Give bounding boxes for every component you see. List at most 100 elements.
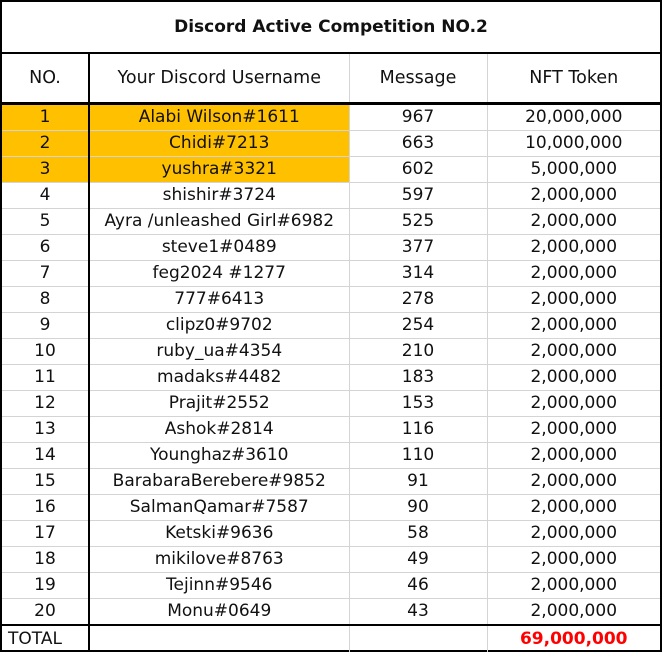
column-header-nft-token: NFT Token [486, 54, 660, 104]
table-row: 18 mikilove#8763 49 2,000,000 [2, 546, 660, 573]
total-message-cell [348, 624, 487, 652]
rank-cell: 17 [2, 520, 89, 547]
nft-token-cell: 2,000,000 [486, 546, 660, 573]
message-count-cell: 278 [348, 286, 487, 313]
username-cell: mikilove#8763 [88, 546, 349, 573]
username-cell: Monu#0649 [88, 598, 349, 625]
total-row: TOTAL 69,000,000 [2, 624, 660, 652]
username-cell: steve1#0489 [88, 234, 349, 261]
table-row: 4 shishir#3724 597 2,000,000 [2, 182, 660, 209]
rank-cell: 2 [2, 130, 89, 157]
nft-token-cell: 2,000,000 [486, 494, 660, 521]
nft-token-cell: 10,000,000 [486, 130, 660, 157]
table-row: 2 Chidi#7213 663 10,000,000 [2, 130, 660, 157]
message-count-cell: 91 [348, 468, 487, 495]
table-body: 1 Alabi Wilson#1611 967 20,000,000 2 Chidi#72… [2, 103, 660, 625]
rank-cell: 12 [2, 390, 89, 417]
username-cell: SalmanQamar#7587 [88, 494, 349, 521]
message-count-cell: 46 [348, 572, 487, 599]
username-cell: Tejinn#9546 [88, 572, 349, 599]
rank-cell: 4 [2, 182, 89, 209]
header-row: NO. Your Discord Username Message NFT To… [2, 54, 660, 104]
message-count-cell: 314 [348, 260, 487, 287]
nft-token-cell: 2,000,000 [486, 338, 660, 365]
username-cell: madaks#4482 [88, 364, 349, 391]
rank-cell: 3 [2, 156, 89, 183]
total-label: TOTAL [2, 624, 89, 652]
nft-token-cell: 2,000,000 [486, 260, 660, 287]
competition-sheet: Discord Active Competition NO.2 NO. Your… [0, 0, 662, 652]
username-cell: Ashok#2814 [88, 416, 349, 443]
rank-cell: 5 [2, 208, 89, 235]
username-cell: yushra#3321 [88, 156, 349, 183]
table-row: 10 ruby_ua#4354 210 2,000,000 [2, 338, 660, 365]
username-cell: Ayra /unleashed Girl#6982 [88, 208, 349, 235]
message-count-cell: 254 [348, 312, 487, 339]
table-row: 1 Alabi Wilson#1611 967 20,000,000 [2, 103, 660, 131]
table-row: 9 clipz0#9702 254 2,000,000 [2, 312, 660, 339]
rank-cell: 7 [2, 260, 89, 287]
column-header-no: NO. [29, 68, 61, 88]
sheet-title: Discord Active Competition NO.2 [2, 2, 660, 54]
rank-cell: 16 [2, 494, 89, 521]
message-count-cell: 49 [348, 546, 487, 573]
nft-token-cell: 2,000,000 [486, 390, 660, 417]
message-count-cell: 663 [348, 130, 487, 157]
nft-token-cell: 5,000,000 [486, 156, 660, 183]
message-count-cell: 602 [348, 156, 487, 183]
rank-cell: 11 [2, 364, 89, 391]
table-row: 15 BarabaraBerebere#9852 91 2,000,000 [2, 468, 660, 495]
nft-token-cell: 20,000,000 [486, 103, 660, 131]
rank-cell: 6 [2, 234, 89, 261]
message-count-cell: 377 [348, 234, 487, 261]
table-row: 13 Ashok#2814 116 2,000,000 [2, 416, 660, 443]
nft-token-cell: 2,000,000 [486, 598, 660, 625]
nft-token-cell: 2,000,000 [486, 208, 660, 235]
nft-token-cell: 2,000,000 [486, 312, 660, 339]
username-cell: Alabi Wilson#1611 [88, 103, 349, 131]
nft-token-cell: 2,000,000 [486, 364, 660, 391]
rank-cell: 15 [2, 468, 89, 495]
table-row: 11 madaks#4482 183 2,000,000 [2, 364, 660, 391]
username-cell: Prajit#2552 [88, 390, 349, 417]
username-cell: BarabaraBerebere#9852 [88, 468, 349, 495]
nft-token-cell: 2,000,000 [486, 182, 660, 209]
column-header-message: Message [348, 54, 487, 104]
nft-token-cell: 2,000,000 [486, 468, 660, 495]
rank-cell: 19 [2, 572, 89, 599]
rank-cell: 13 [2, 416, 89, 443]
table-row: 19 Tejinn#9546 46 2,000,000 [2, 572, 660, 599]
username-cell: clipz0#9702 [88, 312, 349, 339]
message-count-cell: 110 [348, 442, 487, 469]
message-count-cell: 597 [348, 182, 487, 209]
nft-token-cell: 2,000,000 [486, 572, 660, 599]
message-count-cell: 210 [348, 338, 487, 365]
username-cell: 777#6413 [88, 286, 349, 313]
username-cell: shishir#3724 [88, 182, 349, 209]
rank-cell: 20 [2, 598, 89, 625]
table-row: 3 yushra#3321 602 5,000,000 [2, 156, 660, 183]
rank-cell: 10 [2, 338, 89, 365]
table-row: 14 Younghaz#3610 110 2,000,000 [2, 442, 660, 469]
username-cell: ruby_ua#4354 [88, 338, 349, 365]
column-header-username: Your Discord Username [88, 54, 349, 104]
table-row: 5 Ayra /unleashed Girl#6982 525 2,000,000 [2, 208, 660, 235]
table-row: 17 Ketski#9636 58 2,000,000 [2, 520, 660, 547]
nft-token-cell: 2,000,000 [486, 286, 660, 313]
message-count-cell: 967 [348, 103, 487, 131]
username-cell: Chidi#7213 [88, 130, 349, 157]
username-cell: Ketski#9636 [88, 520, 349, 547]
rank-cell: 9 [2, 312, 89, 339]
table-row: 7 feg2024 #1277 314 2,000,000 [2, 260, 660, 287]
rank-cell: 14 [2, 442, 89, 469]
username-cell: Younghaz#3610 [88, 442, 349, 469]
total-username-cell [88, 624, 349, 652]
nft-token-cell: 2,000,000 [486, 442, 660, 469]
rank-cell: 1 [2, 103, 89, 131]
message-count-cell: 90 [348, 494, 487, 521]
rank-cell: 18 [2, 546, 89, 573]
rank-cell: 8 [2, 286, 89, 313]
message-count-cell: 58 [348, 520, 487, 547]
table-row: 6 steve1#0489 377 2,000,000 [2, 234, 660, 261]
leaderboard-table: NO. Your Discord Username Message NFT To… [2, 54, 660, 652]
